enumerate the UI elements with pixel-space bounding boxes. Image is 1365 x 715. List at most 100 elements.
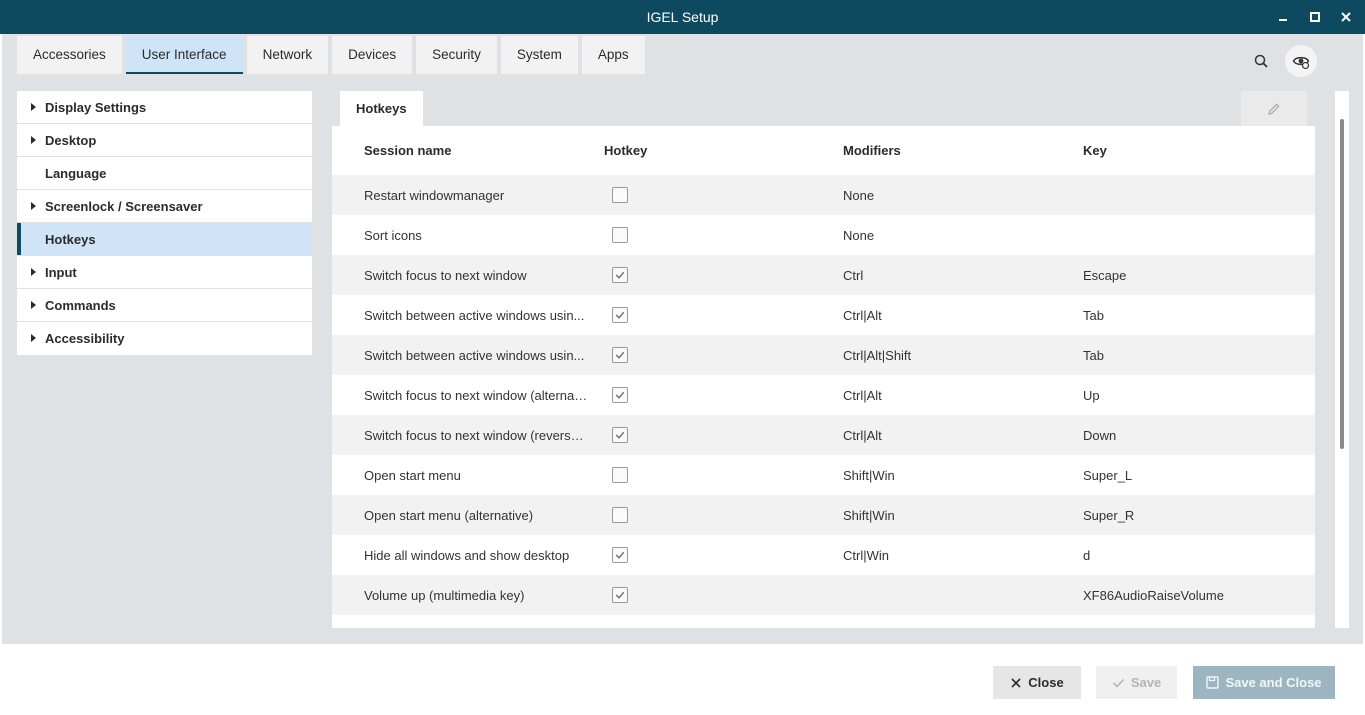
session-name-cell: Switch focus to next window (reverse ... [364, 428, 590, 443]
table-row[interactable]: Sort icons None [332, 215, 1315, 255]
expand-arrow-icon [31, 103, 36, 111]
sidebar-item-label: Desktop [45, 132, 97, 148]
session-name-cell: Sort icons [364, 228, 422, 243]
window-close-button[interactable] [1336, 7, 1356, 27]
sidebar-item-display-settings[interactable]: Display Settings [17, 91, 312, 124]
sidebar-item-label: Screenlock / Screensaver [45, 198, 203, 214]
table-row[interactable]: Volume up (multimedia key) XF86AudioRaise… [332, 575, 1315, 615]
key-cell: Tab [1083, 348, 1104, 363]
tab-devices[interactable]: Devices [332, 36, 413, 74]
key-cell: Escape [1083, 268, 1127, 283]
minimize-button[interactable] [1273, 7, 1293, 27]
hotkey-checkbox[interactable] [612, 347, 628, 363]
search-button[interactable] [1252, 52, 1272, 72]
scrollbar-thumb[interactable] [1340, 119, 1344, 449]
hotkey-checkbox[interactable] [612, 587, 628, 603]
key-cell: d [1083, 548, 1091, 563]
modifiers-cell: Ctrl|Win [843, 548, 889, 563]
hotkey-checkbox[interactable] [612, 507, 628, 523]
expand-arrow-icon [31, 136, 36, 144]
table-header: Session name Hotkey Modifiers Key [332, 126, 1315, 175]
tab-accessories[interactable]: Accessories [17, 36, 122, 74]
modifiers-cell: Ctrl|Alt [843, 428, 882, 443]
expand-arrow-icon [31, 334, 36, 342]
key-cell: Up [1083, 388, 1100, 403]
sidebar-item-input[interactable]: Input [17, 256, 312, 289]
sidebar-item-accessibility[interactable]: Accessibility [17, 322, 312, 355]
session-name-cell: Switch focus to next window (alternati..… [364, 388, 590, 403]
session-name-cell: Hide all windows and show desktop [364, 548, 570, 563]
table-row[interactable]: Switch focus to next window Ctrl Escape [332, 255, 1315, 295]
pencil-icon [1268, 103, 1280, 115]
eye-settings-icon [1292, 56, 1310, 70]
modifiers-cell: Ctrl|Alt [843, 388, 882, 403]
table-row[interactable]: Switch focus to next window (reverse ...… [332, 415, 1315, 455]
hotkey-checkbox[interactable] [612, 267, 628, 283]
table-row[interactable]: Switch between active windows usin... Ctr… [332, 295, 1315, 335]
modifiers-cell: Ctrl [843, 268, 864, 283]
sidebar-item-desktop[interactable]: Desktop [17, 124, 312, 157]
session-name-cell: Open start menu [364, 468, 461, 483]
hotkey-checkbox[interactable] [612, 547, 628, 563]
modifiers-cell: Ctrl|Alt|Shift [843, 348, 912, 363]
tab-hotkeys[interactable]: Hotkeys [340, 91, 423, 126]
session-name-cell: Switch between active windows usin... [364, 348, 585, 363]
table-row[interactable]: Restart windowmanager None [332, 175, 1315, 215]
hotkey-checkbox[interactable] [612, 387, 628, 403]
checkmark-icon [615, 271, 625, 279]
save-and-close-button[interactable]: Save and Close [1193, 666, 1335, 699]
floppy-disk-icon [1206, 676, 1220, 689]
key-cell: Super_L [1083, 468, 1133, 483]
close-button[interactable]: Close [993, 666, 1081, 699]
save-button-label: Save [1130, 675, 1162, 690]
session-name-cell: Open start menu (alternative) [364, 508, 534, 523]
sidebar-item-screenlock[interactable]: Screenlock / Screensaver [17, 190, 312, 223]
close-button-label: Close [1028, 675, 1064, 690]
maximize-icon [1310, 12, 1320, 22]
category-tabs: Accessories User Interface Network Devic… [17, 36, 645, 74]
column-header-session-name[interactable]: Session name [364, 143, 451, 158]
column-header-modifiers[interactable]: Modifiers [843, 143, 901, 158]
minimize-icon [1279, 19, 1287, 21]
tab-security[interactable]: Security [416, 36, 497, 74]
table-row[interactable]: Open start menu Shift|Win Super_L [332, 455, 1315, 495]
session-name-cell: Switch focus to next window [364, 268, 527, 283]
sidebar-item-hotkeys[interactable]: Hotkeys [17, 223, 312, 256]
checkmark-icon [615, 431, 625, 439]
tab-user-interface[interactable]: User Interface [125, 36, 243, 74]
session-name-cell: Restart windowmanager [364, 188, 505, 203]
edit-button[interactable] [1241, 91, 1307, 126]
sidebar-item-commands[interactable]: Commands [17, 289, 312, 322]
sidebar-item-label: Input [45, 264, 77, 280]
modifiers-cell: Shift|Win [843, 508, 895, 523]
maximize-button[interactable] [1305, 7, 1325, 27]
hotkey-checkbox[interactable] [612, 467, 628, 483]
expand-arrow-icon [31, 268, 36, 276]
column-header-hotkey[interactable]: Hotkey [604, 143, 647, 158]
table-row[interactable]: Switch focus to next window (alternati..… [332, 375, 1315, 415]
column-header-key[interactable]: Key [1083, 143, 1107, 158]
hotkey-checkbox[interactable] [612, 227, 628, 243]
tab-apps[interactable]: Apps [581, 36, 645, 74]
hotkey-checkbox[interactable] [612, 427, 628, 443]
tab-system[interactable]: System [500, 36, 578, 74]
sidebar-item-label: Commands [45, 297, 116, 313]
checkmark-icon [1112, 678, 1124, 688]
visibility-settings-button[interactable] [1285, 45, 1317, 77]
hotkey-checkbox[interactable] [612, 307, 628, 323]
checkmark-icon [615, 391, 625, 399]
table-row[interactable]: Switch between active windows usin... Ctr… [332, 335, 1315, 375]
expand-arrow-icon [31, 301, 36, 309]
sidebar-item-label: Hotkeys [45, 231, 96, 247]
key-cell: Tab [1083, 308, 1104, 323]
tab-network[interactable]: Network [246, 36, 329, 74]
table-row[interactable]: Hide all windows and show desktop Ctrl|Wi… [332, 535, 1315, 575]
sidebar: Display Settings Desktop Language Screen… [17, 91, 312, 355]
save-button[interactable]: Save [1096, 666, 1177, 699]
table-row[interactable]: Open start menu (alternative) Shift|Win Su… [332, 495, 1315, 535]
sidebar-item-language[interactable]: Language [17, 157, 312, 190]
close-icon [1341, 12, 1351, 22]
checkmark-icon [615, 311, 625, 319]
hotkey-checkbox[interactable] [612, 187, 628, 203]
vertical-scrollbar[interactable] [1335, 91, 1349, 628]
